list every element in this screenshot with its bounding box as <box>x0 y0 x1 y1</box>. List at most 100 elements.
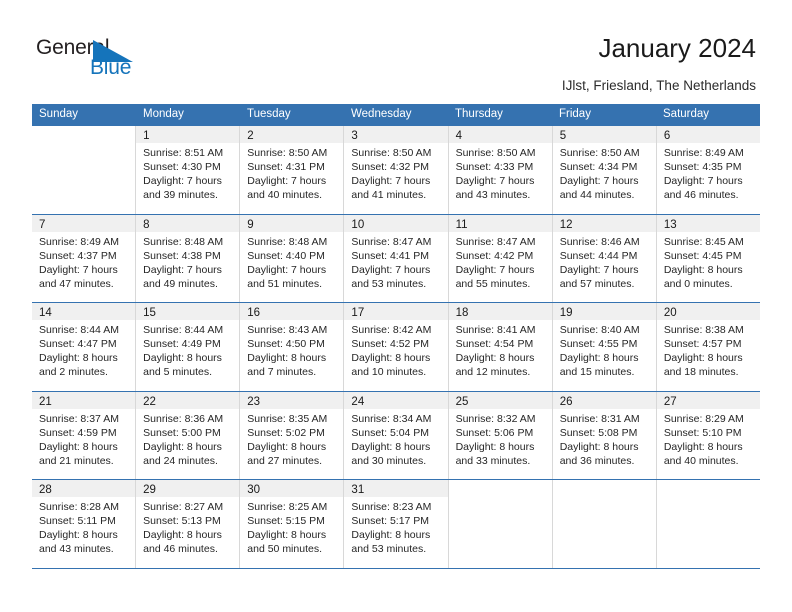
daylight-text-line1: Daylight: 8 hours <box>559 352 639 364</box>
calendar-day-cell[interactable]: 19 Sunrise: 8:40 AM Sunset: 4:55 PM Dayligh… <box>552 303 657 391</box>
calendar-day-cell[interactable]: 9 Sunrise: 8:48 AM Sunset: 4:40 PM Daylight… <box>240 214 345 302</box>
calendar-day-cell[interactable]: 14 Sunrise: 8:44 AM Sunset: 4:47 PM Dayligh… <box>32 303 137 391</box>
calendar-day-cell[interactable]: 18 Sunrise: 8:41 AM Sunset: 4:54 PM Dayligh… <box>448 303 553 391</box>
day-number-band: 27 <box>656 391 760 409</box>
day-sun-info: Sunrise: 8:28 AM Sunset: 5:11 PM Daylight:… <box>32 497 135 556</box>
day-number-band <box>657 480 760 497</box>
daylight-text-line1: Daylight: 8 hours <box>143 440 222 453</box>
day-number: 13 <box>663 218 677 231</box>
daylight-text-line1: Daylight: 7 hours <box>247 175 327 187</box>
day-number: 21 <box>39 395 52 408</box>
calendar-day-cell[interactable]: 17 Sunrise: 8:42 AM Sunset: 4:52 PM Dayligh… <box>344 303 449 391</box>
daylight-text-line2: and 51 minutes. <box>247 277 322 290</box>
daylight-text-line1: Daylight: 7 hours <box>247 263 327 276</box>
sunset-text: Sunset: 4:54 PM <box>455 338 534 350</box>
calendar-day-cell[interactable]: 16 Sunrise: 8:43 AM Sunset: 4:50 PM Dayligh… <box>240 303 345 391</box>
calendar-day-cell[interactable]: 29 Sunrise: 8:27 AM Sunset: 5:13 PM Dayligh… <box>136 480 241 568</box>
daylight-text-line2: and 15 minutes. <box>559 366 635 378</box>
sunrise-text: Sunrise: 8:50 AM <box>559 147 640 159</box>
day-number-band: 12 <box>552 214 656 232</box>
calendar-day-cell[interactable]: 25 Sunrise: 8:32 AM Sunset: 5:06 PM Dayligh… <box>448 391 553 479</box>
weekday-header-sunday: Sunday <box>39 108 79 120</box>
daylight-text-line2: and 40 minutes. <box>247 189 322 201</box>
calendar-day-cell[interactable]: 23 Sunrise: 8:35 AM Sunset: 5:02 PM Dayligh… <box>240 391 345 479</box>
calendar-day-cell[interactable]: 5 Sunrise: 8:50 AM Sunset: 4:34 PM Daylight… <box>552 126 657 214</box>
calendar-day-cell[interactable]: 20 Sunrise: 8:38 AM Sunset: 4:57 PM Dayligh… <box>656 303 760 391</box>
calendar-day-cell[interactable]: 22 Sunrise: 8:36 AM Sunset: 5:00 PM Dayligh… <box>136 391 241 479</box>
calendar-day-cell[interactable]: 30 Sunrise: 8:25 AM Sunset: 5:15 PM Dayligh… <box>240 480 345 568</box>
calendar-week-row: 7 Sunrise: 8:49 AM Sunset: 4:37 PM Daylight… <box>32 213 760 303</box>
sunrise-text: Sunrise: 8:47 AM <box>455 235 536 248</box>
calendar-day-cell[interactable]: 26 Sunrise: 8:31 AM Sunset: 5:08 PM Dayligh… <box>552 391 657 479</box>
daylight-text-line1: Daylight: 7 hours <box>39 263 118 276</box>
day-number-band: 8 <box>136 214 240 232</box>
daylight-text-line2: and 53 minutes. <box>351 543 427 555</box>
calendar-day-cell[interactable]: 2 Sunrise: 8:50 AM Sunset: 4:31 PM Daylight… <box>240 126 345 214</box>
daylight-text-line2: and 46 minutes. <box>143 543 218 555</box>
day-number: 6 <box>663 130 671 142</box>
day-number-band: 30 <box>240 480 344 497</box>
sunrise-text: Sunrise: 8:27 AM <box>143 501 224 513</box>
daylight-text-line1: Daylight: 8 hours <box>39 440 118 453</box>
day-sun-info: Sunrise: 8:51 AM Sunset: 4:30 PM Daylight:… <box>136 143 239 202</box>
daylight-text-line2: and 21 minutes. <box>39 454 114 467</box>
daylight-text-line1: Daylight: 8 hours <box>663 352 743 364</box>
calendar-day-cell[interactable]: 13 Sunrise: 8:45 AM Sunset: 4:45 PM Dayligh… <box>656 214 760 303</box>
calendar-week-row: 21 Sunrise: 8:37 AM Sunset: 4:59 PM Dayligh… <box>32 390 760 480</box>
daylight-text-line2: and 18 minutes. <box>663 366 739 378</box>
calendar-day-cell[interactable]: 31 Sunrise: 8:23 AM Sunset: 5:17 PM Dayligh… <box>344 480 449 568</box>
calendar-day-cell[interactable]: 28 Sunrise: 8:28 AM Sunset: 5:11 PM Dayligh… <box>32 480 137 568</box>
daylight-text-line2: and 44 minutes. <box>559 189 635 201</box>
daylight-text-line1: Daylight: 7 hours <box>143 175 222 187</box>
calendar-page: General Blue January 2024 IJlst, Friesla… <box>0 0 792 612</box>
daylight-text-line2: and 43 minutes. <box>455 189 531 201</box>
day-sun-info: Sunrise: 8:41 AM Sunset: 4:54 PM Daylight:… <box>449 320 552 379</box>
calendar-day-cell[interactable]: 15 Sunrise: 8:44 AM Sunset: 4:49 PM Dayligh… <box>136 303 241 391</box>
daylight-text-line2: and 5 minutes. <box>143 366 213 378</box>
daylight-text-line1: Daylight: 7 hours <box>455 175 535 187</box>
calendar-day-cell[interactable]: 1 Sunrise: 8:51 AM Sunset: 4:30 PM Daylight… <box>136 126 241 214</box>
day-number: 24 <box>351 395 365 408</box>
day-number: 14 <box>39 307 52 319</box>
calendar-day-cell[interactable]: 4 Sunrise: 8:50 AM Sunset: 4:33 PM Daylight… <box>448 126 553 214</box>
daylight-text-line1: Daylight: 7 hours <box>455 263 535 276</box>
calendar-day-cell[interactable]: 7 Sunrise: 8:49 AM Sunset: 4:37 PM Daylight… <box>32 214 137 302</box>
daylight-text-line1: Daylight: 8 hours <box>39 529 118 541</box>
daylight-text-line1: Daylight: 8 hours <box>247 440 327 453</box>
calendar-day-cell[interactable]: 8 Sunrise: 8:48 AM Sunset: 4:38 PM Daylight… <box>136 214 241 302</box>
sunrise-text: Sunrise: 8:46 AM <box>559 235 640 248</box>
day-number: 9 <box>247 218 254 231</box>
sunrise-text: Sunrise: 8:50 AM <box>247 147 328 159</box>
calendar-day-cell[interactable]: 24 Sunrise: 8:34 AM Sunset: 5:04 PM Dayligh… <box>344 391 449 479</box>
sunrise-text: Sunrise: 8:51 AM <box>143 147 224 159</box>
sunrise-text: Sunrise: 8:25 AM <box>247 501 328 513</box>
daylight-text-line2: and 2 minutes. <box>39 366 108 378</box>
calendar-day-cell[interactable]: 3 Sunrise: 8:50 AM Sunset: 4:32 PM Daylight… <box>344 126 449 214</box>
weekday-header-thursday: Thursday <box>455 108 503 120</box>
sunset-text: Sunset: 5:11 PM <box>39 515 116 527</box>
day-number-band: 11 <box>448 214 552 232</box>
calendar-day-cell[interactable]: 6 Sunrise: 8:49 AM Sunset: 4:35 PM Daylight… <box>656 126 760 214</box>
calendar-day-cell[interactable]: 21 Sunrise: 8:37 AM Sunset: 4:59 PM Dayligh… <box>32 391 137 479</box>
day-sun-info: Sunrise: 8:44 AM Sunset: 4:49 PM Daylight:… <box>136 320 239 379</box>
day-number: 5 <box>559 130 567 142</box>
sunset-text: Sunset: 4:52 PM <box>351 338 430 350</box>
sunset-text: Sunset: 4:34 PM <box>559 161 638 173</box>
calendar-day-cell[interactable]: 27 Sunrise: 8:29 AM Sunset: 5:10 PM Dayligh… <box>656 391 760 480</box>
weekday-header-friday: Friday <box>559 108 591 120</box>
day-number: 30 <box>247 484 261 496</box>
general-blue-logo[interactable]: General Blue <box>36 36 156 84</box>
sunset-text: Sunset: 4:47 PM <box>39 338 117 350</box>
day-number: 26 <box>559 395 573 408</box>
calendar-grid: Sunday Monday Tuesday Wednesday Thursday… <box>32 104 760 569</box>
calendar-day-cell[interactable]: 12 Sunrise: 8:46 AM Sunset: 4:44 PM Dayligh… <box>552 214 657 302</box>
calendar-week-row: 28 Sunrise: 8:28 AM Sunset: 5:11 PM Dayligh… <box>32 479 760 569</box>
calendar-day-cell[interactable]: 10 Sunrise: 8:47 AM Sunset: 4:41 PM Dayligh… <box>344 214 449 302</box>
sunrise-text: Sunrise: 8:23 AM <box>351 501 432 513</box>
day-sun-info: Sunrise: 8:37 AM Sunset: 4:59 PM Daylight:… <box>32 409 135 468</box>
calendar-day-cell[interactable]: 11 Sunrise: 8:47 AM Sunset: 4:42 PM Dayligh… <box>448 214 553 302</box>
sunrise-text: Sunrise: 8:44 AM <box>39 324 119 336</box>
calendar-day-cell-empty <box>553 480 657 568</box>
sunset-text: Sunset: 4:37 PM <box>39 249 117 262</box>
day-number-band: 17 <box>344 303 448 320</box>
